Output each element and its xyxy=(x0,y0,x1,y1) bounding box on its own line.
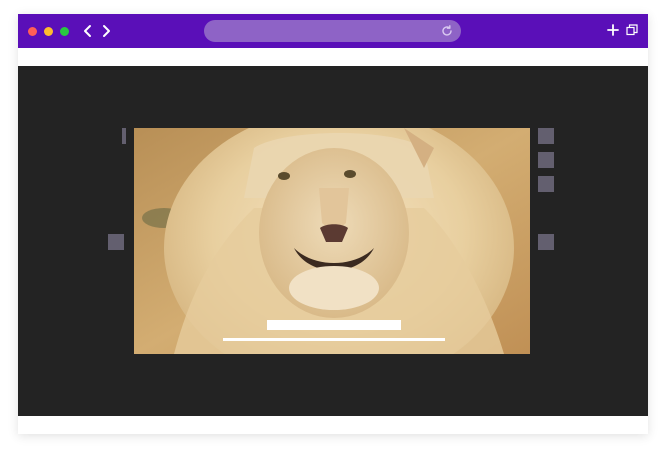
caption-line xyxy=(223,338,445,341)
caption-box xyxy=(267,320,401,330)
restore-icon[interactable] xyxy=(626,24,638,36)
lion-photo xyxy=(134,128,530,354)
right-control-square-2[interactable] xyxy=(538,152,554,168)
address-bar[interactable] xyxy=(204,20,461,42)
right-control-square-1[interactable] xyxy=(538,128,554,144)
title-bar xyxy=(18,14,648,48)
close-window-button[interactable] xyxy=(28,27,37,36)
forward-button[interactable] xyxy=(98,22,114,40)
browser-window xyxy=(18,14,648,434)
left-control-square[interactable] xyxy=(108,234,124,250)
left-handle[interactable] xyxy=(122,128,126,144)
reload-icon[interactable] xyxy=(440,24,454,38)
right-control-square-3[interactable] xyxy=(538,176,554,192)
plus-icon[interactable] xyxy=(606,23,620,37)
address-input[interactable] xyxy=(214,22,438,42)
right-control-square-4[interactable] xyxy=(538,234,554,250)
chevron-right-icon xyxy=(103,25,110,37)
minimize-window-button[interactable] xyxy=(44,27,53,36)
back-button[interactable] xyxy=(80,22,96,40)
maximize-window-button[interactable] xyxy=(60,27,69,36)
chevron-left-icon xyxy=(84,25,91,37)
page-content xyxy=(18,66,648,416)
